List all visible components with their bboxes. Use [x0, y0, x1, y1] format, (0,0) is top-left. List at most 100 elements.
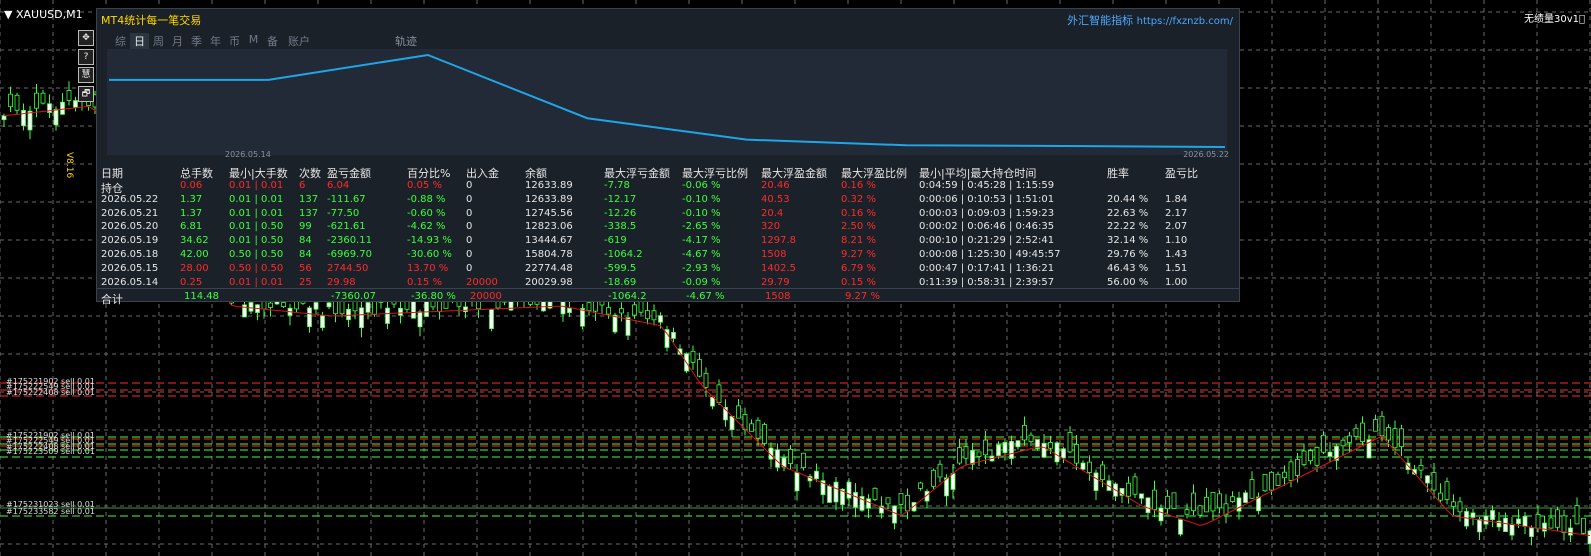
table-cell: 22774.48 [525, 262, 573, 274]
table-cell: 0:00:10 | 0:21:29 | 2:52:41 [919, 235, 1055, 247]
total-divider [97, 288, 1239, 289]
table-cell: 29.98 [327, 276, 356, 288]
table-cell: 2026.05.14 [101, 276, 159, 288]
table-cell: 2744.50 [327, 262, 369, 274]
col-header: 最大浮亏金额 [604, 167, 670, 180]
table-cell: 0.01 | 0.01 [229, 193, 284, 205]
table-cell: 1508 [761, 249, 787, 260]
tab-7[interactable]: M [244, 33, 263, 49]
table-cell: 13444.67 [525, 235, 573, 247]
balance-plot [107, 49, 1227, 155]
brand-link[interactable]: 外汇智能指标 https://fxznzb.com/ [1067, 12, 1233, 28]
table-cell: -12.17 [604, 193, 637, 205]
table-cell: 2026.05.19 [101, 235, 159, 247]
table-cell: 40.53 [761, 193, 790, 205]
table-cell: 20.4 [761, 207, 784, 219]
table-cell: -4.17 % [682, 235, 721, 247]
total-max_float_profit: 1508 [765, 291, 791, 302]
table-cell: 0:04:59 | 0:45:28 | 1:15:59 [919, 180, 1055, 191]
table-cell: 2.17 [1165, 207, 1188, 219]
table-cell: 2026.05.21 [101, 207, 159, 219]
plot-end-date: 2026.05.22 [1183, 150, 1229, 159]
tab-9[interactable]: 账户 [282, 33, 316, 49]
table-cell: -4.67 % [682, 249, 721, 260]
table-cell: 0:00:06 | 0:10:53 | 1:51:01 [919, 193, 1055, 205]
order-label: #175223509 sell 0.01 [6, 447, 95, 456]
help-icon[interactable]: ? [78, 49, 94, 65]
table-cell: -0.06 % [682, 180, 721, 191]
table-cell: 22.22 % [1107, 221, 1149, 233]
move-icon[interactable]: ✥ [78, 30, 94, 46]
table-cell: 28.00 [180, 262, 209, 274]
table-cell: -0.10 % [682, 207, 721, 219]
tab-4[interactable]: 季 [187, 33, 206, 49]
table-cell: 0.01 | 0.01 [229, 207, 284, 219]
table-cell: 0.50 | 0.50 [229, 249, 284, 260]
panel-title: MT4统计每一笔交易 [101, 14, 202, 27]
table-cell: 84 [299, 249, 312, 260]
table-cell: 1.43 [1165, 249, 1188, 260]
tab-2[interactable]: 周 [149, 33, 168, 49]
table-cell: 20029.98 [525, 276, 573, 288]
table-cell: 42.00 [180, 249, 209, 260]
order-label: #175233582 sell 0.01 [6, 507, 95, 516]
table-cell: -4.62 % [407, 221, 446, 233]
table-cell: 1.84 [1165, 193, 1188, 205]
window-icon[interactable]: 🗗 [78, 86, 94, 102]
table-cell: 29.79 [761, 276, 790, 288]
col-header: 最大浮亏比例 [682, 167, 748, 180]
table-cell: 8.21 % [841, 235, 876, 247]
table-cell: 0 [466, 193, 473, 205]
table-cell: 6.79 % [841, 262, 876, 274]
table-cell: 1.37 [180, 193, 203, 205]
table-cell: 20.44 % [1107, 193, 1149, 205]
table-cell: -12.26 [604, 207, 637, 219]
table-cell: -621.61 [327, 221, 366, 233]
tab-0[interactable]: 综 [111, 33, 130, 49]
table-cell: 0 [466, 262, 473, 274]
table-cell: 0 [466, 249, 473, 260]
col-header: 最大浮盈金额 [761, 167, 827, 180]
table-cell: 1402.5 [761, 262, 796, 274]
table-cell: 56 [299, 262, 312, 274]
table-cell: 2026.05.22 [101, 193, 159, 205]
table-cell: 0 [466, 207, 473, 219]
table-cell: 13.70 % [407, 262, 449, 274]
table-cell: -18.69 [604, 276, 637, 288]
tab-3[interactable]: 月 [168, 33, 187, 49]
table-cell: 0.01 | 0.01 [229, 180, 284, 191]
table-cell: 137 [299, 207, 319, 219]
table-cell: -0.09 % [682, 276, 721, 288]
table-cell: 0 [466, 221, 473, 233]
indicator-label: 无绩量30v1⃝ [1523, 14, 1585, 25]
table-cell: 0.32 % [841, 193, 876, 205]
table-cell: 0.01 | 0.01 [229, 276, 284, 288]
ai-icon[interactable]: 慧 [78, 67, 94, 83]
total-deposit: 20000 [470, 291, 502, 302]
table-cell: -2.65 % [682, 221, 721, 233]
col-header: 胜率 [1107, 167, 1129, 180]
table-cell: 2.50 % [841, 221, 876, 233]
table-cell: 0:00:47 | 0:17:41 | 1:36:21 [919, 262, 1055, 274]
table-cell: 320 [761, 221, 781, 233]
table-cell: 0:00:08 | 1:25:30 | 49:45:57 [919, 249, 1061, 260]
table-cell: -619 [604, 235, 627, 247]
table-cell: 0 [466, 235, 473, 247]
table-cell: 56.00 % [1107, 276, 1149, 288]
table-cell: -0.60 % [407, 207, 446, 219]
table-cell: 32.14 % [1107, 235, 1149, 247]
table-cell: 9.27 % [841, 249, 876, 260]
tab-8[interactable]: 备 [263, 33, 282, 49]
tab-6[interactable]: 币 [225, 33, 244, 49]
total-max_float_loss: -1064.2 [608, 291, 647, 302]
tab-track[interactable]: 轨迹 [395, 33, 417, 49]
table-cell: -30.60 % [407, 249, 452, 260]
tab-1[interactable]: 日 [130, 33, 149, 49]
table-cell: 0.01 | 0.50 [229, 221, 284, 233]
tab-5[interactable]: 年 [206, 33, 225, 49]
balance-line [109, 53, 1226, 148]
table-cell: 2026.05.15 [101, 262, 159, 274]
table-cell: -599.5 [604, 262, 637, 274]
table-cell: 46.43 % [1107, 262, 1149, 274]
table-cell: -0.88 % [407, 193, 446, 205]
